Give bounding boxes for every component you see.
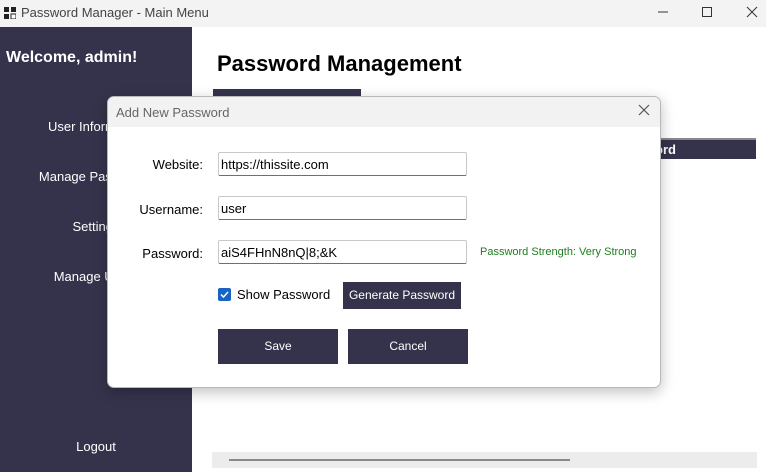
page-title: Password Management — [217, 51, 462, 76]
show-password-toggle[interactable]: Show Password — [218, 287, 330, 302]
minimize-icon — [657, 5, 669, 23]
scrollbar-thumb[interactable] — [229, 459, 570, 461]
dialog-close-button[interactable] — [636, 104, 652, 120]
add-password-dialog: Add New Password Website: Username: Pass… — [107, 96, 661, 388]
close-icon — [638, 103, 650, 121]
password-strength-indicator: Password Strength: Very Strong — [480, 246, 637, 258]
cancel-button[interactable]: Cancel — [348, 329, 468, 364]
logout-button[interactable]: Logout — [0, 432, 192, 462]
show-password-label: Show Password — [237, 287, 331, 302]
username-label: Username: — [139, 202, 203, 217]
username-input[interactable] — [218, 196, 467, 220]
dialog-title: Add New Password — [116, 105, 230, 120]
app-icon — [4, 6, 17, 20]
website-input[interactable] — [218, 152, 467, 176]
save-button[interactable]: Save — [218, 329, 338, 364]
welcome-message: Welcome, admin! — [6, 49, 138, 66]
maximize-icon — [701, 5, 713, 23]
password-label: Password: — [142, 246, 203, 261]
window-titlebar: Password Manager - Main Menu — [0, 0, 766, 27]
show-password-checkbox[interactable] — [218, 288, 231, 301]
window-close-button[interactable] — [729, 0, 766, 27]
maximize-button[interactable] — [684, 0, 730, 27]
horizontal-scrollbar[interactable] — [212, 452, 757, 468]
dialog-titlebar: Add New Password — [108, 97, 660, 127]
close-icon — [746, 5, 758, 23]
window-title: Password Manager - Main Menu — [21, 5, 209, 20]
minimize-button[interactable] — [640, 0, 686, 27]
website-label: Website: — [152, 157, 203, 172]
checkmark-icon — [220, 291, 229, 299]
password-input[interactable] — [218, 240, 467, 264]
generate-password-button[interactable]: Generate Password — [343, 282, 461, 309]
